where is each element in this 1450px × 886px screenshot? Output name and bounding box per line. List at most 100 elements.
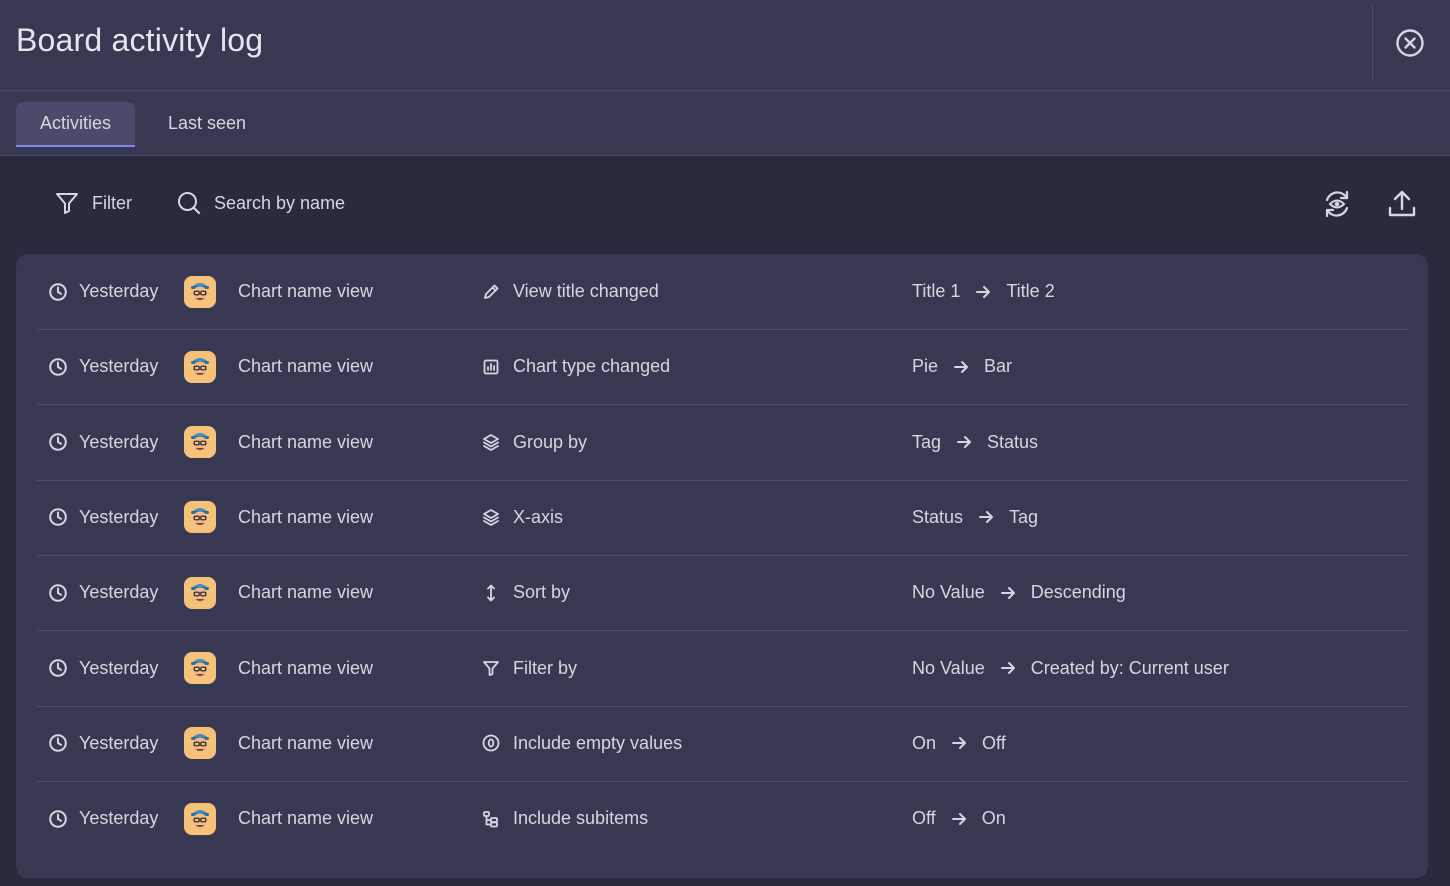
change-cell: No Value Descending: [912, 555, 1126, 630]
arrow-right-icon: [999, 584, 1017, 602]
timestamp-text: Yesterday: [79, 732, 159, 753]
arrow-right-icon: [950, 734, 968, 752]
activity-row[interactable]: Yesterday Chart name view Include empty …: [37, 706, 1407, 782]
change-cell: Status Tag: [912, 480, 1038, 555]
action-cell: Sort by: [481, 555, 570, 630]
new-value: Title 2: [1006, 281, 1055, 301]
clock-icon: [48, 432, 68, 452]
timestamp: Yesterday: [48, 706, 158, 781]
close-button[interactable]: [1394, 27, 1426, 59]
board-name[interactable]: Chart name view: [238, 555, 373, 630]
new-value: Bar: [984, 356, 1013, 377]
new-value: Off: [982, 732, 1006, 753]
old-value: No Value: [912, 582, 985, 603]
action-cell: Include empty values: [481, 706, 682, 781]
avatar: [184, 727, 216, 760]
activity-row[interactable]: Yesterday Chart name view X-axis Status: [37, 480, 1407, 556]
timestamp-text: Yesterday: [79, 506, 159, 527]
activity-row[interactable]: Yesterday Chart name view Chart type cha…: [37, 329, 1407, 406]
user-avatar[interactable]: [184, 555, 216, 630]
clock-icon: [48, 282, 68, 302]
action-label: Group by: [513, 431, 588, 452]
avatar: [184, 576, 216, 609]
board-name[interactable]: Chart name view: [238, 254, 373, 329]
zero-circle-icon: [481, 733, 501, 753]
old-value: Off: [912, 808, 936, 829]
upload-icon: [1388, 190, 1416, 217]
action-cell: Include subitems: [481, 781, 648, 856]
filter-icon: [56, 193, 78, 214]
board-name[interactable]: Chart name view: [238, 631, 373, 706]
clock-icon: [48, 357, 68, 377]
close-icon: [1396, 29, 1424, 57]
export-button[interactable]: [1384, 186, 1420, 222]
action-label: Chart type changed: [513, 356, 671, 377]
refresh-eye-icon: [1325, 190, 1349, 218]
activity-row[interactable]: Yesterday Chart name view Include subite…: [37, 781, 1407, 856]
timestamp: Yesterday: [48, 555, 158, 630]
refresh-view-button[interactable]: [1319, 186, 1355, 222]
clock-icon: [48, 583, 68, 603]
activity-row[interactable]: Yesterday Chart name view Sort by No Val…: [37, 555, 1407, 632]
arrow-right-icon: [952, 358, 970, 376]
timestamp-text: Yesterday: [79, 356, 159, 377]
new-value: Descending: [1030, 582, 1126, 603]
action-cell: Group by: [481, 405, 587, 480]
user-avatar[interactable]: [184, 254, 216, 329]
action-cell: Filter by: [481, 631, 577, 706]
change-cell: Title 1 Title 2: [912, 254, 1055, 329]
avatar-face-icon: [191, 583, 209, 603]
change-cell: No Value Created by: Current user: [912, 631, 1229, 706]
avatar-face-icon: [191, 433, 209, 452]
search-placeholder: Search by name: [214, 192, 346, 213]
user-avatar[interactable]: [184, 329, 216, 404]
avatar: [184, 350, 216, 383]
user-avatar[interactable]: [184, 480, 216, 555]
filter-label: Filter: [92, 192, 132, 213]
new-value: Tag: [1009, 506, 1039, 527]
old-value: No Value: [912, 657, 985, 678]
user-avatar[interactable]: [184, 706, 216, 781]
change-cell: Tag Status: [912, 405, 1038, 480]
action-cell: View title changed: [481, 254, 659, 329]
action-label: X-axis: [513, 506, 564, 527]
old-value: Status: [912, 506, 964, 527]
user-avatar[interactable]: [184, 631, 216, 706]
activity-row[interactable]: Yesterday Chart name view Group by Tag S…: [37, 405, 1407, 481]
toolbar: Filter Search by name: [0, 156, 1450, 252]
arrow-right-icon: [977, 508, 995, 526]
action-cell: Chart type changed: [481, 329, 670, 404]
activity-row[interactable]: Yesterday Chart name view View title cha…: [37, 254, 1407, 330]
filter-button[interactable]: Filter: [54, 190, 132, 216]
tab-activities[interactable]: Activities: [16, 102, 135, 147]
board-name[interactable]: Chart name view: [238, 706, 373, 781]
header-divider: [1372, 6, 1373, 80]
activity-list: Yesterday Chart name view View title cha…: [16, 254, 1428, 878]
avatar: [184, 426, 216, 459]
avatar-face-icon: [191, 659, 209, 678]
clock-icon: [48, 809, 68, 829]
timestamp-text: Yesterday: [79, 431, 159, 452]
activity-row[interactable]: Yesterday Chart name view Filter by No V…: [37, 631, 1407, 707]
change-cell: On Off: [912, 706, 1006, 781]
search-input[interactable]: Search by name: [176, 190, 345, 216]
timestamp: Yesterday: [48, 631, 158, 706]
board-name[interactable]: Chart name view: [238, 329, 373, 404]
tab-last-seen[interactable]: Last seen: [152, 102, 262, 145]
modal-header: Board activity log: [0, 0, 1450, 91]
old-value: Tag: [912, 431, 942, 452]
new-value: On: [981, 808, 1006, 829]
board-name[interactable]: Chart name view: [238, 781, 373, 856]
arrow-right-icon: [974, 283, 992, 301]
user-avatar[interactable]: [184, 405, 216, 480]
timestamp-text: Yesterday: [79, 582, 159, 603]
user-avatar[interactable]: [184, 781, 216, 856]
action-label: Filter by: [513, 657, 578, 678]
filter-icon: [481, 658, 501, 678]
search-icon: [178, 192, 201, 215]
board-name[interactable]: Chart name view: [238, 480, 373, 555]
clock-icon: [48, 658, 68, 678]
action-label: Include subitems: [513, 808, 649, 829]
board-name[interactable]: Chart name view: [238, 405, 373, 480]
avatar-face-icon: [191, 734, 209, 753]
